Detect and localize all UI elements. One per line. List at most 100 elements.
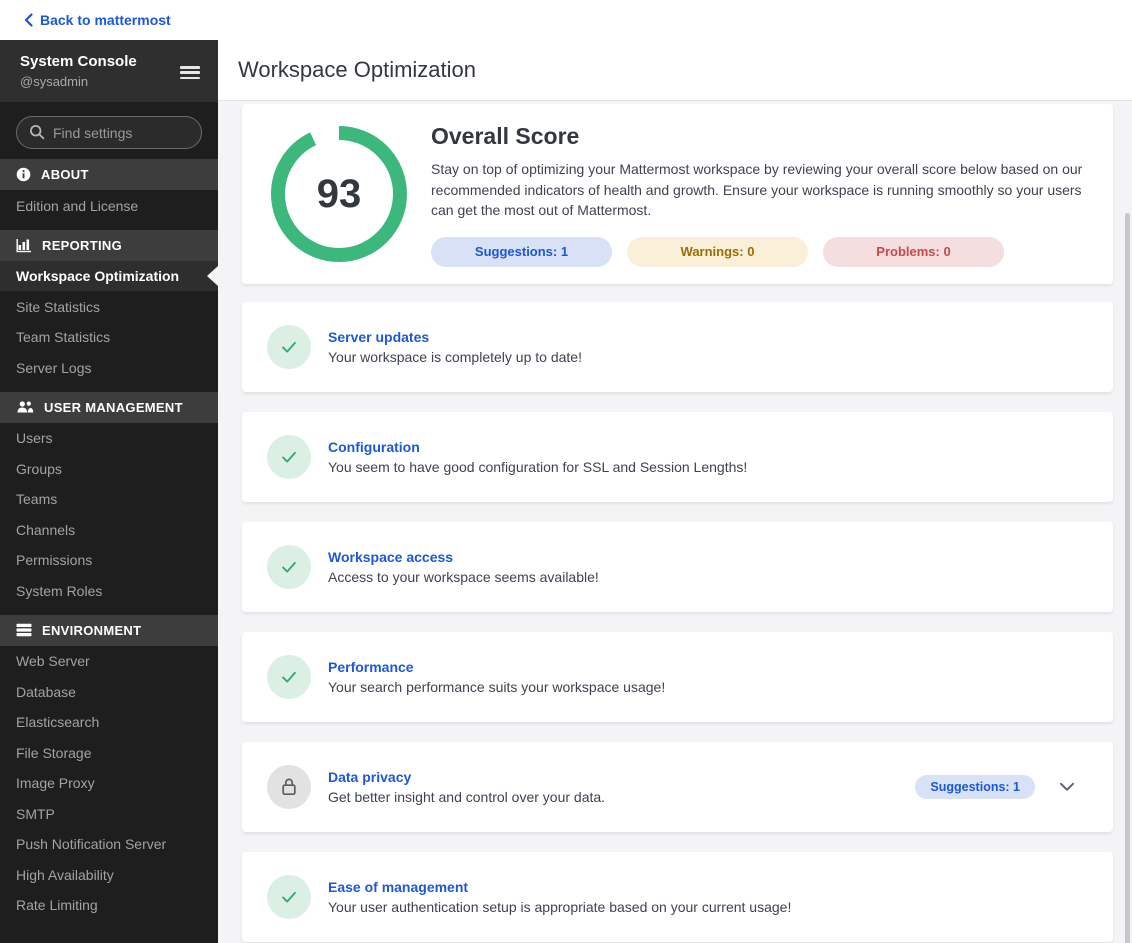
sidebar-item-label: Workspace Optimization — [16, 268, 180, 284]
card-title-link[interactable]: Data privacy — [328, 769, 605, 785]
card-description: Get better insight and control over your… — [328, 789, 606, 805]
sidebar-item-elasticsearch[interactable]: Elasticsearch — [0, 707, 218, 738]
sidebar-item-permissions[interactable]: Permissions — [0, 545, 218, 576]
sidebar-item-label: Site Statistics — [16, 298, 101, 315]
search-icon — [29, 124, 45, 145]
environment-icon — [16, 623, 32, 637]
info-count-badge: Suggestions: 1 — [431, 236, 612, 267]
section-label: ENVIRONMENT — [42, 622, 142, 638]
back-chevron-icon — [24, 13, 33, 27]
section-header-environment: ENVIRONMENT — [0, 614, 218, 646]
sidebar-item-file-storage[interactable]: File Storage — [0, 737, 218, 768]
back-link-label: Back to mattermost — [40, 12, 171, 28]
check-icon — [267, 545, 311, 589]
console-title: System Console — [20, 53, 137, 70]
sidebar-item-site-statistics[interactable]: Site Statistics — [0, 291, 218, 322]
section-label: USER MANAGEMENT — [44, 399, 183, 415]
card-description: Your workspace is completely up to date! — [328, 349, 582, 365]
score-donut: 93 — [269, 124, 409, 264]
overall-score-card: 93 Overall Score Stay on top of optimizi… — [242, 104, 1113, 284]
sidebar-item-label: System Roles — [16, 582, 103, 599]
sidebar-item-label: Server Logs — [16, 359, 92, 376]
sidebar-item-label: Web Server — [16, 653, 90, 669]
card-server-updates: Server updates Your workspace is complete… — [242, 302, 1113, 392]
check-icon — [267, 655, 311, 699]
section-label: REPORTING — [42, 237, 122, 253]
card-description: Your user authentication setup is approp… — [328, 899, 792, 915]
sidebar-item-label: Team Statistics — [16, 329, 111, 345]
sidebar-item-label: Channels — [16, 521, 76, 538]
overall-score-description: Stay on top of optimizing your Mattermos… — [431, 161, 1083, 219]
sidebar-item-channels[interactable]: Channels — [0, 514, 218, 545]
sidebar-item-high-availability[interactable]: High Availability — [0, 859, 218, 890]
card-description: You seem to have good configuration for … — [328, 459, 748, 475]
sidebar-item-label: Elasticsearch — [16, 714, 100, 730]
page-header: Workspace Optimization — [218, 40, 1132, 101]
lock-icon — [267, 765, 311, 809]
card-title-link[interactable]: Ease of management — [328, 879, 791, 895]
warning-count-badge: Warnings: 0 — [627, 236, 808, 267]
sidebar-item-label: Rate Limiting — [16, 897, 98, 913]
check-icon — [267, 325, 311, 369]
card-title-link[interactable]: Server updates — [328, 329, 582, 345]
sidebar-item-edition-and-license[interactable]: Edition and License — [0, 190, 218, 221]
back-to-mattermost-link[interactable]: Back to mattermost — [24, 12, 171, 28]
card-title-link[interactable]: Configuration — [328, 439, 747, 455]
content-area: 93 Overall Score Stay on top of optimizi… — [218, 101, 1132, 943]
sidebar-item-label: Users — [16, 430, 53, 446]
sidebar-item-label: SMTP — [16, 805, 55, 822]
sidebar-item-push-notification-server[interactable]: Push Notification Server — [0, 829, 218, 860]
sidebar-item-label: Permissions — [16, 552, 93, 568]
card-ease-of-management: Ease of management Your user authenticati… — [242, 852, 1113, 942]
card-title-link[interactable]: Workspace access — [328, 549, 599, 565]
score-chips: Suggestions: 1 Warnings: 0 Problems: 0 — [431, 236, 1086, 267]
card-description: Access to your workspace seems available… — [328, 569, 599, 585]
card-workspace-access: Workspace access Access to your workspace… — [242, 522, 1113, 612]
menu-icon[interactable] — [180, 66, 200, 80]
vertical-scrollbar[interactable] — [1125, 213, 1130, 943]
users-icon — [16, 400, 34, 414]
card-title-link[interactable]: Performance — [328, 659, 665, 675]
indicator-cards: Server updates Your workspace is complete… — [242, 302, 1113, 942]
console-username: @sysadmin — [20, 74, 89, 90]
sidebar-item-label: Image Proxy — [16, 775, 95, 791]
info-icon — [16, 167, 31, 182]
sidebar-item-system-roles[interactable]: System Roles — [0, 575, 218, 606]
chevron-down-icon[interactable] — [1059, 782, 1075, 792]
top-bar: Back to mattermost — [0, 0, 1132, 40]
sidebar-item-label: Push Notification Server — [16, 836, 167, 852]
sidebar-item-image-proxy[interactable]: Image Proxy — [0, 768, 218, 799]
score-value: 93 — [316, 171, 362, 216]
sidebar-item-label: Groups — [16, 460, 62, 477]
sidebar-item-users[interactable]: Users — [0, 423, 218, 454]
page-title: Workspace Optimization — [238, 57, 477, 82]
sidebar-item-web-server[interactable]: Web Server — [0, 646, 218, 677]
section-header-reporting: REPORTING — [0, 229, 218, 261]
sidebar-item-workspace-optimization[interactable]: Workspace Optimization — [0, 260, 218, 292]
card-description: Your search performance suits your works… — [328, 679, 666, 695]
sidebar-item-server-logs[interactable]: Server Logs — [0, 352, 218, 383]
sidebar-item-label: High Availability — [16, 866, 114, 883]
overall-score-title: Overall Score — [431, 123, 580, 150]
section-label: ABOUT — [41, 167, 89, 183]
sidebar-item-label: Edition and License — [16, 197, 139, 214]
sidebar: System Console @sysadmin ABOUT Edition an… — [0, 40, 218, 943]
selected-item-indicator — [207, 266, 218, 286]
card-data-privacy[interactable]: Data privacy Get better insight and contr… — [242, 742, 1113, 832]
sidebar-item-label: Database — [16, 683, 76, 700]
check-icon — [267, 435, 311, 479]
sidebar-item-label: File Storage — [16, 744, 92, 761]
suggestions-badge: Suggestions: 1 — [915, 775, 1035, 799]
check-icon — [267, 875, 311, 919]
sidebar-item-label: Teams — [16, 491, 58, 507]
sidebar-item-database[interactable]: Database — [0, 676, 218, 707]
sidebar-nav: ABOUT Edition and License REPORTING Workspa… — [0, 159, 218, 920]
section-header-about: ABOUT — [0, 159, 218, 191]
sidebar-item-team-statistics[interactable]: Team Statistics — [0, 322, 218, 353]
bar-chart-icon — [16, 238, 32, 253]
sidebar-item-groups[interactable]: Groups — [0, 453, 218, 484]
card-configuration: Configuration You seem to have good confi… — [242, 412, 1113, 502]
sidebar-item-rate-limiting[interactable]: Rate Limiting — [0, 890, 218, 921]
sidebar-item-teams[interactable]: Teams — [0, 484, 218, 515]
sidebar-item-smtp[interactable]: SMTP — [0, 798, 218, 829]
